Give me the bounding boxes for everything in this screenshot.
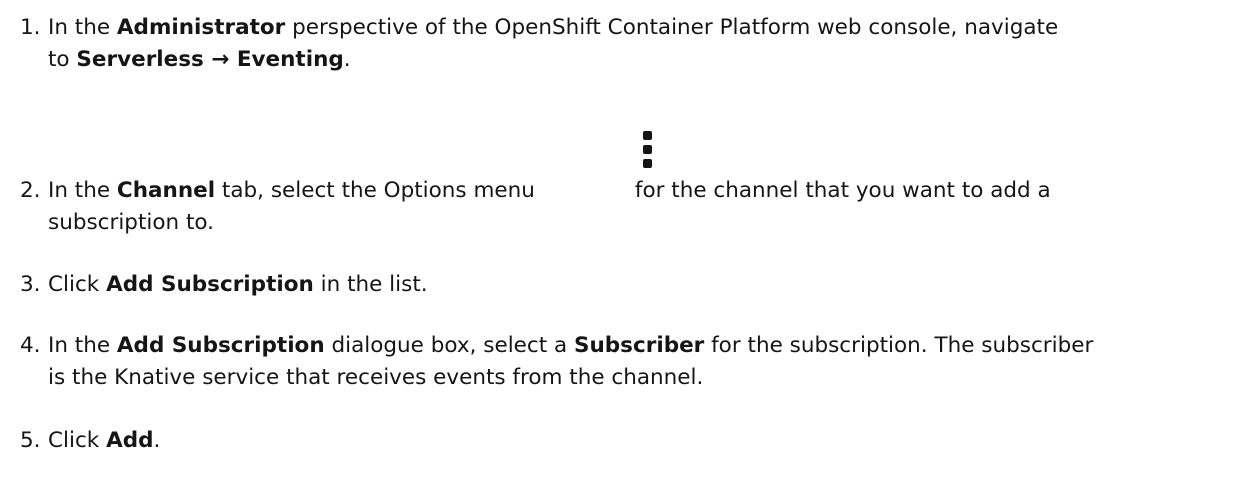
step-1: 1. In the Administrator perspective of t… — [0, 12, 1240, 76]
step-3: 3. Click Add Subscription in the list. — [0, 269, 1240, 301]
step-number: 1. — [20, 15, 41, 40]
ui-term-administrator: Administrator — [116, 15, 286, 40]
ui-term-add: Add — [106, 428, 154, 453]
step-4: 4. In the Add Subscription dialogue box,… — [0, 330, 1240, 394]
step-text: In the Add Subscription dialogue box, se… — [48, 333, 1094, 390]
step-number: 3. — [20, 272, 41, 297]
step-text: In the Administrator perspective of the … — [48, 15, 1059, 72]
step-2: 2. In the Channel tab, select the Option… — [0, 175, 1240, 239]
step-number: 5. — [20, 428, 41, 453]
step-number: 4. — [20, 333, 41, 358]
step-number: 2. — [20, 178, 41, 203]
step-text: Click Add. — [48, 428, 161, 453]
step-text: Click Add Subscription in the list. — [48, 272, 428, 297]
ui-term-add-subscription: Add Subscription — [116, 333, 325, 358]
ui-term-eventing: Eventing — [236, 47, 344, 72]
ui-term-subscriber: Subscriber — [574, 333, 705, 358]
ui-term-add-subscription: Add Subscription — [106, 272, 314, 297]
ui-term-serverless: Serverless — [76, 47, 204, 72]
kebab-menu-icon — [643, 131, 653, 173]
ui-term-channel: Channel — [116, 178, 216, 203]
step-5: 5. Click Add. — [0, 425, 1240, 457]
step-text: In the Channel tab, select the Options m… — [48, 178, 1051, 235]
